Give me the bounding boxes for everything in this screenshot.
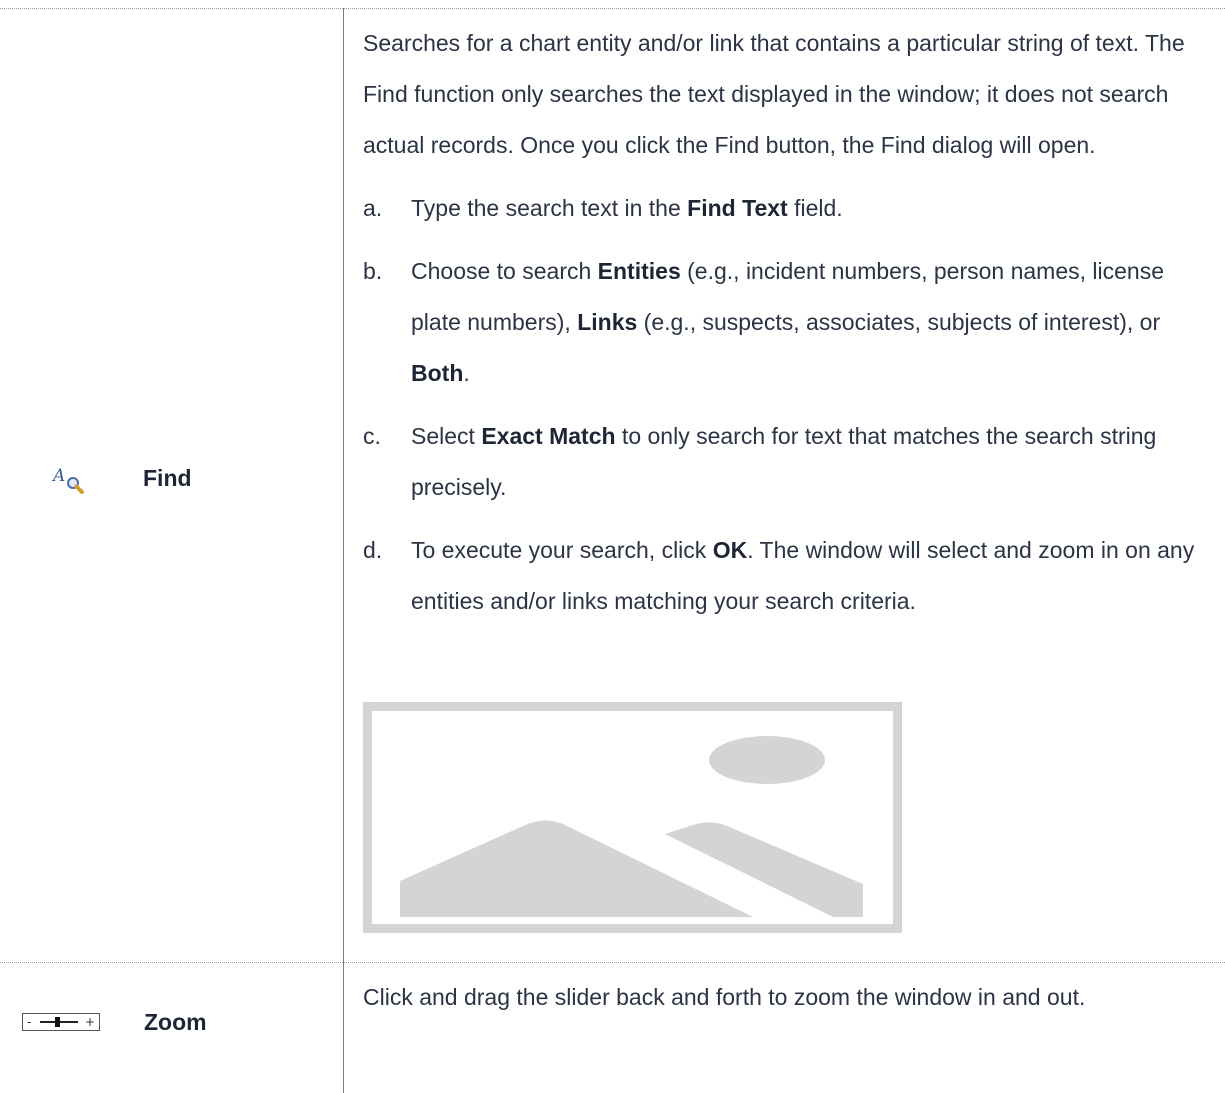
bold-term: Entities	[597, 258, 681, 284]
step-text: .	[463, 360, 470, 386]
find-step-item: b. Choose to search Entities (e.g., incid…	[363, 246, 1213, 399]
bold-term: Find Text	[687, 195, 788, 221]
top-row-divider	[0, 8, 1225, 9]
bold-term: Exact Match	[481, 423, 616, 449]
column-divider	[343, 8, 344, 1093]
step-text: Select	[411, 423, 482, 449]
zoom-plus-text: +	[85, 1015, 95, 1029]
step-text: Choose to search	[411, 258, 598, 284]
middle-row-divider	[0, 962, 1225, 963]
find-description: Searches for a chart entity and/or link …	[363, 18, 1213, 639]
step-marker: a.	[363, 195, 383, 221]
step-text: To execute your search, click	[411, 537, 713, 563]
step-marker: b.	[363, 258, 383, 284]
zoom-description: Click and drag the slider back and forth…	[363, 972, 1213, 1023]
svg-text:A: A	[52, 466, 65, 486]
find-step-item: d. To execute your search, click OK. The …	[363, 525, 1213, 627]
row-label-find: Find	[143, 465, 192, 491]
row-label-zoom: Zoom	[144, 1009, 207, 1035]
zoom-minus-text: -	[27, 1015, 31, 1029]
bold-term: Links	[577, 309, 638, 335]
bold-term: Both	[411, 360, 464, 386]
find-step-item: c. Select Exact Match to only search for …	[363, 411, 1213, 513]
step-marker: c.	[363, 423, 381, 449]
step-text: Type the search text in the	[411, 195, 688, 221]
step-text: (e.g., suspects, associates, subjects of…	[637, 309, 1161, 335]
bold-term: OK	[712, 537, 748, 563]
find-intro: Searches for a chart entity and/or link …	[363, 30, 1185, 158]
find-steps-list: a. Type the search text in the Find Text …	[363, 183, 1213, 627]
zoom-intro: Click and drag the slider back and forth…	[363, 984, 1086, 1010]
find-magnifier-icon: A	[51, 464, 88, 494]
find-step-item: a. Type the search text in the Find Text …	[363, 183, 1213, 234]
image-placeholder-icon	[363, 702, 902, 933]
step-text: field.	[787, 195, 843, 221]
step-marker: d.	[363, 537, 383, 563]
zoom-slider-icon: - +	[22, 1013, 100, 1031]
